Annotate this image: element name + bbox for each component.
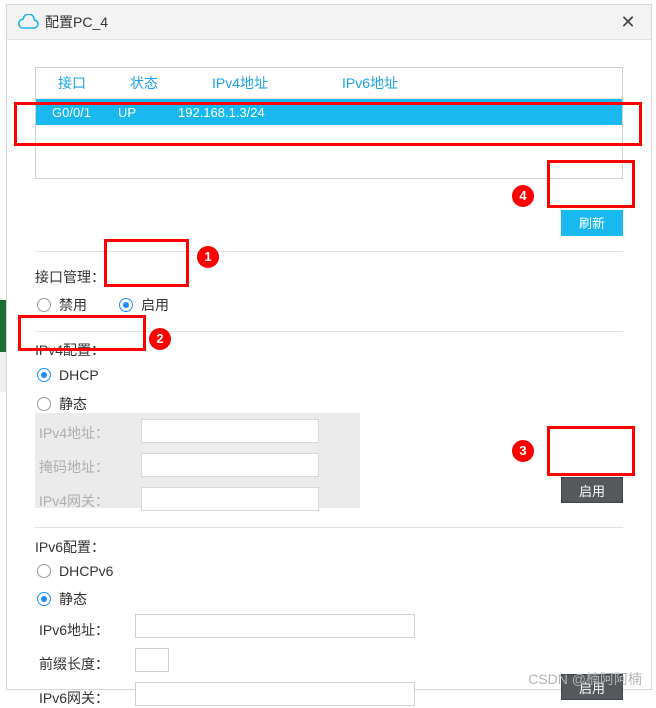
column-header-interface: 接口 — [58, 75, 86, 91]
radio-interface-disable[interactable]: 禁用 — [37, 295, 87, 315]
interface-table: 接口 状态 IPv4地址 IPv6地址 G0/0/1 UP 192.168.1.… — [35, 67, 623, 179]
ipv6-prefix-label: 前缀长度： — [39, 656, 109, 672]
ipv4-gateway-label: IPv4网关： — [39, 493, 110, 509]
radio-label-dhcpv6: DHCPv6 — [59, 563, 114, 579]
ipv4-gateway-input[interactable] — [141, 487, 319, 511]
radio-dot-icon — [37, 564, 51, 578]
window-content: 接口 状态 IPv4地址 IPv6地址 G0/0/1 UP 192.168.1.… — [7, 40, 651, 706]
ipv4-address-input[interactable] — [141, 419, 319, 443]
cloud-icon — [17, 11, 39, 33]
column-header-ipv4: IPv4地址 — [211, 75, 268, 91]
cell-interface: G0/0/1 — [52, 104, 92, 120]
divider-1 — [35, 251, 623, 252]
radio-ipv4-dhcp[interactable]: DHCP — [37, 367, 99, 383]
watermark: CSDN @楠阿阿楠 — [528, 671, 642, 687]
radio-label-dhcp: DHCP — [59, 367, 99, 383]
interface-mgmt-title: 接口管理： — [35, 269, 105, 285]
divider-2 — [35, 331, 623, 332]
ipv4-mask-input[interactable] — [141, 453, 319, 477]
ipv4-section-title: IPv4配置： — [35, 342, 106, 358]
table-row[interactable]: G0/0/1 UP 192.168.1.3/24 — [36, 99, 622, 125]
cell-state: UP — [118, 104, 137, 120]
ipv4-apply-button[interactable]: 启用 — [561, 477, 623, 503]
radio-label-static: 静态 — [59, 591, 87, 607]
radio-ipv6-dhcpv6[interactable]: DHCPv6 — [37, 563, 113, 579]
radio-dot-icon — [37, 298, 51, 312]
divider-3 — [35, 527, 623, 528]
ipv6-address-input[interactable] — [135, 614, 415, 638]
ipv6-gateway-label: IPv6网关： — [39, 690, 110, 706]
radio-dot-icon — [37, 592, 51, 606]
ipv4-address-label: IPv4地址： — [39, 425, 110, 441]
ipv6-gateway-input[interactable] — [135, 682, 415, 706]
refresh-button[interactable]: 刷新 — [561, 210, 623, 236]
column-header-ipv6: IPv6地址 — [341, 75, 398, 91]
close-icon[interactable]: ✕ — [617, 12, 639, 32]
radio-label-static: 静态 — [59, 396, 87, 412]
window-title: 配置PC_4 — [45, 14, 109, 30]
column-header-state: 状态 — [130, 75, 158, 91]
cell-ipv4: 192.168.1.3/24 — [178, 104, 265, 120]
ipv6-address-label: IPv6地址： — [39, 622, 110, 638]
radio-ipv4-static[interactable]: 静态 — [37, 394, 87, 414]
ipv6-prefix-input[interactable] — [135, 648, 169, 672]
radio-label-disable: 禁用 — [59, 297, 87, 313]
radio-dot-icon — [119, 298, 133, 312]
radio-ipv6-static[interactable]: 静态 — [37, 589, 87, 609]
radio-dot-icon — [37, 397, 51, 411]
config-window: 配置PC_4 ✕ 接口 状态 IPv4地址 IPv6地址 G0/0/1 UP 1… — [6, 4, 652, 706]
window-titlebar: 配置PC_4 ✕ — [7, 5, 651, 40]
table-header-row: 接口 状态 IPv4地址 IPv6地址 — [36, 68, 622, 99]
radio-interface-enable[interactable]: 启用 — [119, 295, 169, 315]
radio-dot-icon — [37, 368, 51, 382]
ipv6-section-title: IPv6配置： — [35, 539, 106, 555]
ipv4-mask-label: 掩码地址： — [39, 459, 109, 475]
radio-label-enable: 启用 — [141, 297, 169, 313]
